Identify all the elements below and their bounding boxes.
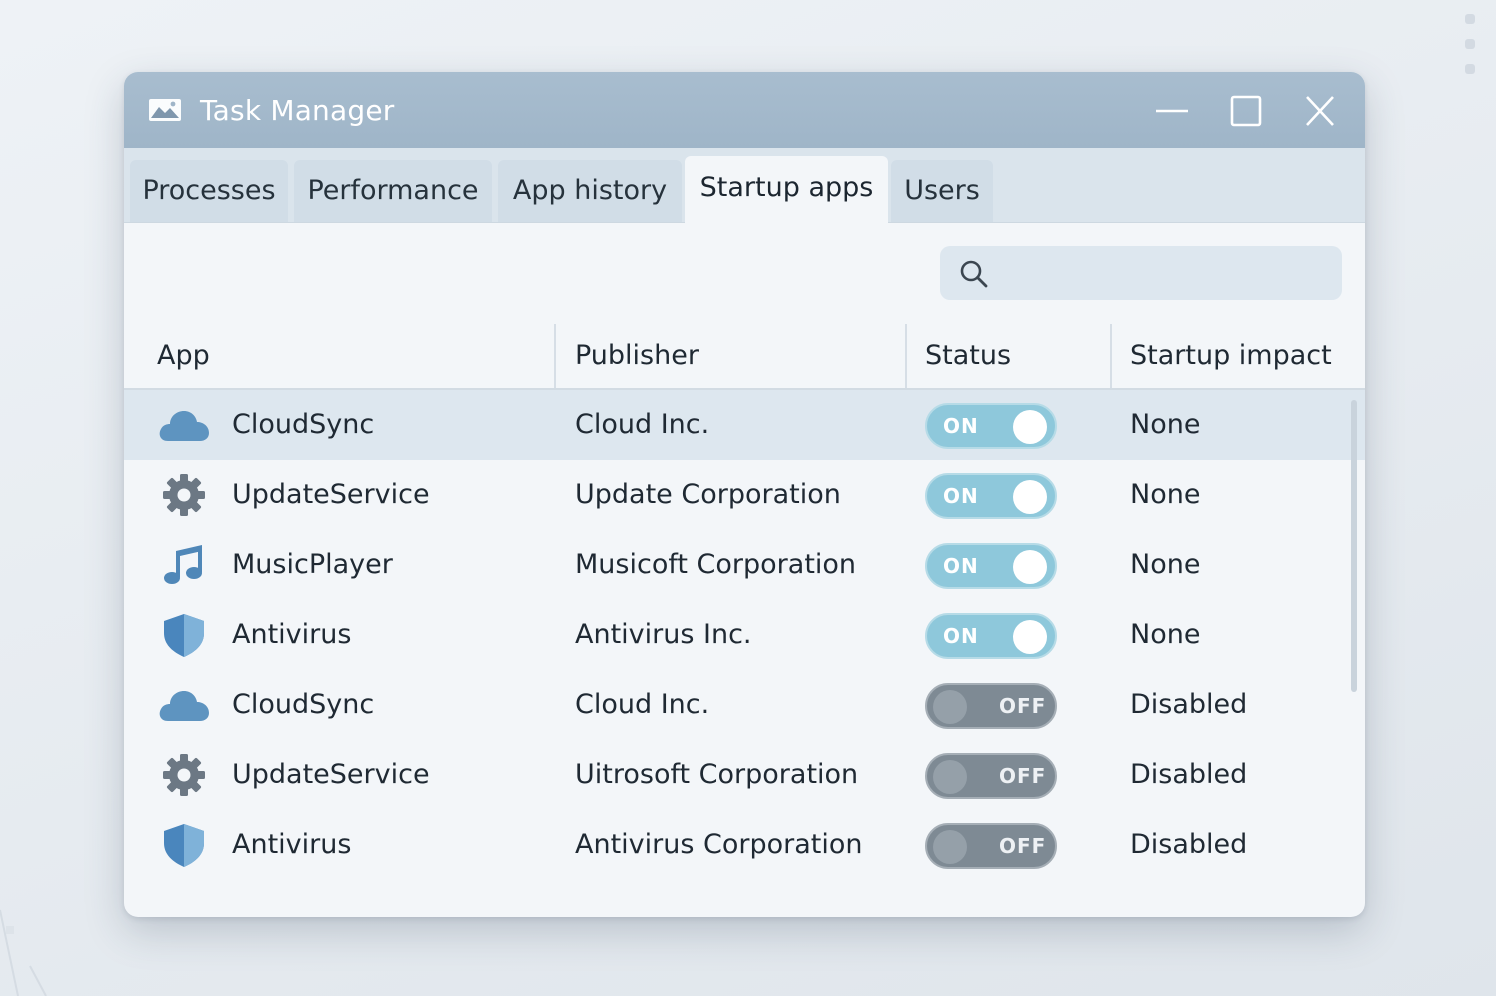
- minimize-button[interactable]: [1152, 92, 1192, 130]
- table-row[interactable]: Antivirus Antivirus Corporation OFF Disa…: [124, 810, 1365, 880]
- toggle-label: ON: [943, 484, 979, 508]
- title-bar[interactable]: Task Manager: [124, 72, 1365, 148]
- tab-bar: Processes Performance App history Startu…: [124, 148, 1365, 223]
- startup-impact: None: [1130, 409, 1201, 440]
- toggle-label: ON: [943, 554, 979, 578]
- task-manager-window: Task Manager Processes Performance App h…: [124, 72, 1365, 917]
- startup-toggle[interactable]: ON: [925, 473, 1057, 519]
- column-header-publisher[interactable]: Publisher: [575, 324, 699, 388]
- startup-toggle[interactable]: ON: [925, 613, 1057, 659]
- startup-toggle[interactable]: OFF: [925, 823, 1057, 869]
- column-divider[interactable]: [554, 324, 556, 388]
- toggle-knob: [1013, 550, 1047, 584]
- startup-impact: Disabled: [1130, 689, 1248, 720]
- publisher: Cloud Inc.: [575, 689, 710, 720]
- background-decoration: [1465, 14, 1479, 89]
- minimize-icon: [1156, 109, 1188, 113]
- table-row[interactable]: Antivirus Antivirus Inc. ON None: [124, 600, 1365, 670]
- table-row[interactable]: UpdateService Uitrosoft Corporation OFF …: [124, 740, 1365, 810]
- shield-icon: [156, 823, 212, 867]
- startup-toggle[interactable]: OFF: [925, 753, 1057, 799]
- startup-impact: Disabled: [1130, 759, 1248, 790]
- table-row[interactable]: UpdateService Update Corporation ON None: [124, 460, 1365, 530]
- publisher: Update Corporation: [575, 479, 841, 510]
- tab-users[interactable]: Users: [891, 160, 993, 222]
- app-name: Antivirus: [232, 829, 352, 860]
- publisher: Antivirus Inc.: [575, 619, 752, 650]
- app-name: UpdateService: [232, 759, 430, 790]
- toggle-label: OFF: [999, 834, 1047, 858]
- startup-impact: None: [1130, 549, 1201, 580]
- gear-icon: [156, 753, 212, 797]
- tab-performance[interactable]: Performance: [294, 160, 492, 222]
- toggle-knob: [1013, 620, 1047, 654]
- tab-processes[interactable]: Processes: [130, 160, 288, 222]
- background-decoration-lines: [0, 909, 47, 996]
- search-icon: [960, 260, 988, 288]
- toggle-label: ON: [943, 414, 979, 438]
- startup-toggle[interactable]: ON: [925, 543, 1057, 589]
- maximize-icon: [1230, 95, 1262, 127]
- window-title: Task Manager: [200, 94, 395, 127]
- toggle-label: ON: [943, 624, 979, 648]
- column-header-startup-impact[interactable]: Startup impact: [1130, 324, 1332, 388]
- maximize-button[interactable]: [1226, 92, 1266, 130]
- startup-toggle[interactable]: OFF: [925, 683, 1057, 729]
- cloud-icon: [156, 683, 212, 727]
- search-box[interactable]: [940, 246, 1342, 300]
- startup-impact: Disabled: [1130, 829, 1248, 860]
- toggle-label: OFF: [999, 764, 1047, 788]
- close-icon: [1306, 96, 1334, 126]
- gear-icon: [156, 473, 212, 517]
- scrollbar-thumb[interactable]: [1351, 400, 1357, 692]
- table-row[interactable]: CloudSync Cloud Inc. OFF Disabled: [124, 670, 1365, 740]
- startup-apps-list: CloudSync Cloud Inc. ON None UpdateServi…: [124, 390, 1365, 880]
- table-row[interactable]: MusicPlayer Musicoft Corporation ON None: [124, 530, 1365, 600]
- music-note-icon: [156, 543, 212, 587]
- column-header-app[interactable]: App: [157, 324, 210, 388]
- toggle-knob: [1013, 480, 1047, 514]
- app-name: MusicPlayer: [232, 549, 393, 580]
- toggle-knob: [933, 760, 967, 794]
- startup-impact: None: [1130, 479, 1201, 510]
- search-input[interactable]: [1004, 254, 1328, 294]
- shield-icon: [156, 613, 212, 657]
- close-button[interactable]: [1300, 92, 1340, 130]
- cloud-icon: [156, 403, 212, 447]
- publisher: Musicoft Corporation: [575, 549, 857, 580]
- tab-startup-apps[interactable]: Startup apps: [685, 156, 888, 223]
- app-name: CloudSync: [232, 689, 375, 720]
- toggle-knob: [1013, 410, 1047, 444]
- publisher: Uitrosoft Corporation: [575, 759, 859, 790]
- publisher: Cloud Inc.: [575, 409, 710, 440]
- toggle-label: OFF: [999, 694, 1047, 718]
- column-header-status[interactable]: Status: [925, 324, 1011, 388]
- startup-impact: None: [1130, 619, 1201, 650]
- table-row[interactable]: CloudSync Cloud Inc. ON None: [124, 390, 1365, 460]
- app-name: Antivirus: [232, 619, 352, 650]
- column-divider[interactable]: [905, 324, 907, 388]
- toggle-knob: [933, 690, 967, 724]
- startup-toggle[interactable]: ON: [925, 403, 1057, 449]
- app-name: CloudSync: [232, 409, 375, 440]
- task-manager-app-icon: [149, 99, 181, 121]
- column-divider[interactable]: [1110, 324, 1112, 388]
- app-name: UpdateService: [232, 479, 430, 510]
- toggle-knob: [933, 830, 967, 864]
- tab-app-history[interactable]: App history: [498, 160, 682, 222]
- publisher: Antivirus Corporation: [575, 829, 863, 860]
